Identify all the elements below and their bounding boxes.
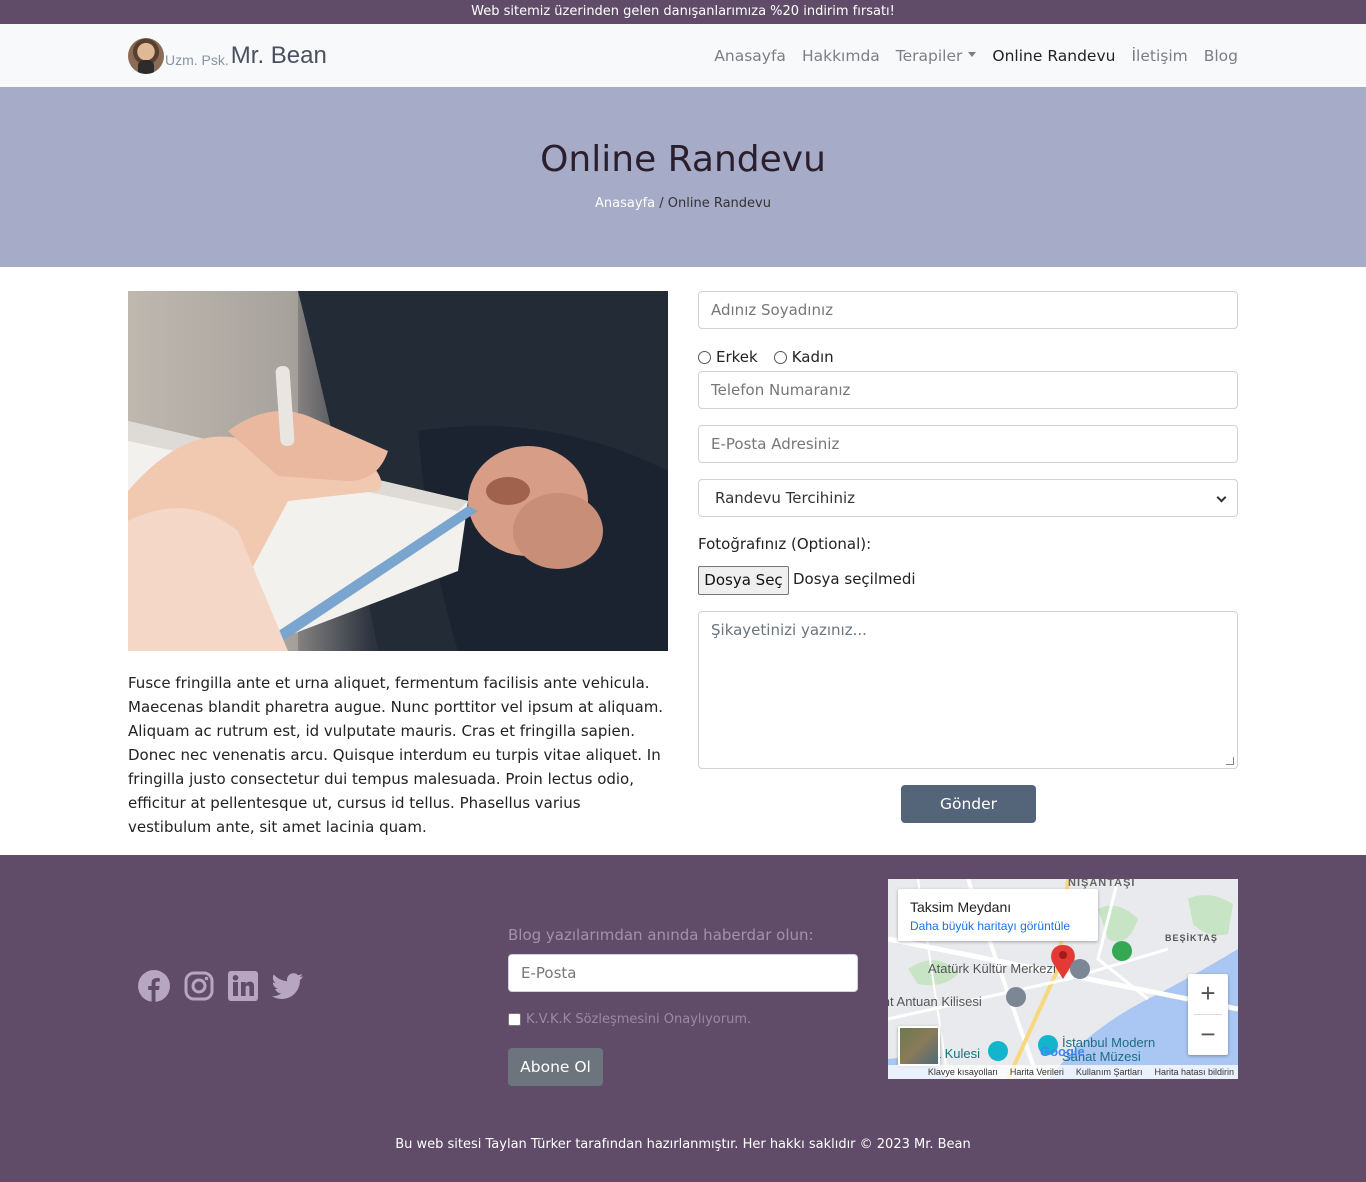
nav-item-online-randevu[interactable]: Online Randevu <box>992 47 1115 65</box>
appointment-select[interactable]: Randevu Tercihiniz <box>698 479 1238 517</box>
map-zoom-control: + − <box>1188 974 1228 1055</box>
page-title: Online Randevu <box>540 139 826 180</box>
gender-radio-group: Erkek Kadın <box>698 347 834 367</box>
subscribe-button[interactable]: Abone Ol <box>508 1048 603 1086</box>
newsletter-label: Blog yazılarımdan anında haberdar olun: <box>508 926 814 944</box>
kvkk-label: K.V.K.K Sözleşmesini Onaylıyorum. <box>526 1012 752 1027</box>
therapy-photo <box>128 291 668 651</box>
brand-prefix: Uzm. Psk. <box>165 51 229 68</box>
map-label-saint-antuan: Saint Antuan Kilisesi <box>888 994 982 1009</box>
brand-name: Mr. Bean <box>230 42 327 69</box>
social-links <box>138 970 304 1002</box>
phone-input[interactable] <box>698 371 1238 409</box>
map-place-name: Taksim Meydanı <box>910 899 1012 915</box>
map-larger-link[interactable]: Daha büyük haritayı görüntüle <box>910 919 1086 933</box>
gender-male-label: Erkek <box>716 348 758 366</box>
map-footer: Klavye kısayolları Harita Verileri Kulla… <box>888 1065 1238 1079</box>
map-terms-link[interactable]: Kullanım Şartları <box>1076 1065 1143 1079</box>
google-logo: Google <box>1040 1044 1085 1059</box>
brand-logo[interactable]: Uzm. Psk. Mr. Bean <box>128 37 327 75</box>
google-map[interactable]: NİŞANTAŞI BEŞİKTAŞ Atatürk Kültür Merkez… <box>888 879 1238 1079</box>
copyright: Bu web sitesi Taylan Türker tarafından h… <box>395 1137 971 1152</box>
submit-button[interactable]: Gönder <box>901 785 1036 823</box>
nav-item-anasayfa[interactable]: Anasayfa <box>714 47 786 65</box>
nav-item-blog[interactable]: Blog <box>1204 47 1238 65</box>
intro-paragraph: Fusce fringilla ante et urna aliquet, fe… <box>128 674 664 836</box>
file-status: Dosya seçilmedi <box>793 570 916 588</box>
facebook-icon[interactable] <box>138 970 170 1002</box>
map-keyboard-shortcuts[interactable]: Klavye kısayolları <box>928 1065 998 1079</box>
gender-male-radio[interactable] <box>698 350 711 364</box>
map-label-akm: Atatürk Kültür Merkezi <box>928 961 1056 976</box>
breadcrumb-home-link[interactable]: Anasayfa <box>595 196 655 211</box>
breadcrumb-separator: / <box>655 196 668 211</box>
nav-item-iletisim[interactable]: İletişim <box>1131 47 1187 65</box>
newsletter-email-input[interactable]: E-Posta <box>508 954 858 992</box>
file-choose-button[interactable]: Dosya Seç <box>698 566 789 595</box>
kvkk-checkbox[interactable] <box>508 1013 521 1026</box>
main-nav: Anasayfa Hakkımda Terapiler Online Rande… <box>714 24 1238 87</box>
email-input[interactable] <box>698 425 1238 463</box>
avatar <box>128 38 164 74</box>
gender-female-label: Kadın <box>791 348 834 366</box>
gender-female-radio[interactable] <box>773 350 787 364</box>
instagram-icon[interactable] <box>184 971 214 1001</box>
breadcrumb-current: Online Randevu <box>667 196 771 211</box>
chevron-down-icon <box>968 51 977 57</box>
map-place-card: Taksim Meydanı Daha büyük haritayı görün… <box>898 889 1098 941</box>
appointment-select-value: Randevu Tercihiniz <box>715 489 856 507</box>
linkedin-icon[interactable] <box>228 971 258 1001</box>
nav-item-hakkimda[interactable]: Hakkımda <box>802 47 880 65</box>
map-label-besiktas: BEŞİKTAŞ <box>1165 933 1218 943</box>
nav-item-terapiler[interactable]: Terapiler <box>896 47 977 65</box>
page-header: Online Randevu Anasayfa / Online Randevu <box>0 87 1366 267</box>
zoom-out-button[interactable]: − <box>1188 1015 1228 1055</box>
resize-handle-icon[interactable] <box>1226 757 1234 765</box>
name-input[interactable] <box>698 291 1238 329</box>
zoom-in-button[interactable]: + <box>1188 974 1228 1014</box>
satellite-toggle[interactable] <box>898 1026 940 1066</box>
navbar: Uzm. Psk. Mr. Bean Anasayfa Hakkımda Ter… <box>0 24 1366 87</box>
map-data-link[interactable]: Harita Verileri <box>1010 1065 1064 1079</box>
announcement-bar: Web sitemiz üzerinden gelen danışanlarım… <box>0 0 1366 24</box>
announcement-text: Web sitemiz üzerinden gelen danışanlarım… <box>471 4 895 19</box>
nav-item-terapiler-label: Terapiler <box>895 46 963 65</box>
chevron-down-icon <box>1216 492 1227 503</box>
kvkk-consent: K.V.K.K Sözleşmesini Onaylıyorum. <box>508 1012 751 1027</box>
complaint-placeholder: Şikayetinizi yazınız... <box>711 621 867 639</box>
twitter-icon[interactable] <box>272 972 304 1000</box>
map-label-nisantasi: NİŞANTAŞI <box>1068 879 1136 889</box>
photo-label: Fotoğrafınız (Optional): <box>698 535 872 553</box>
map-report-link[interactable]: Harita hatası bildirin <box>1154 1065 1234 1079</box>
complaint-textarea[interactable]: Şikayetinizi yazınız... <box>698 611 1238 769</box>
breadcrumb: Anasayfa / Online Randevu <box>0 196 1366 211</box>
